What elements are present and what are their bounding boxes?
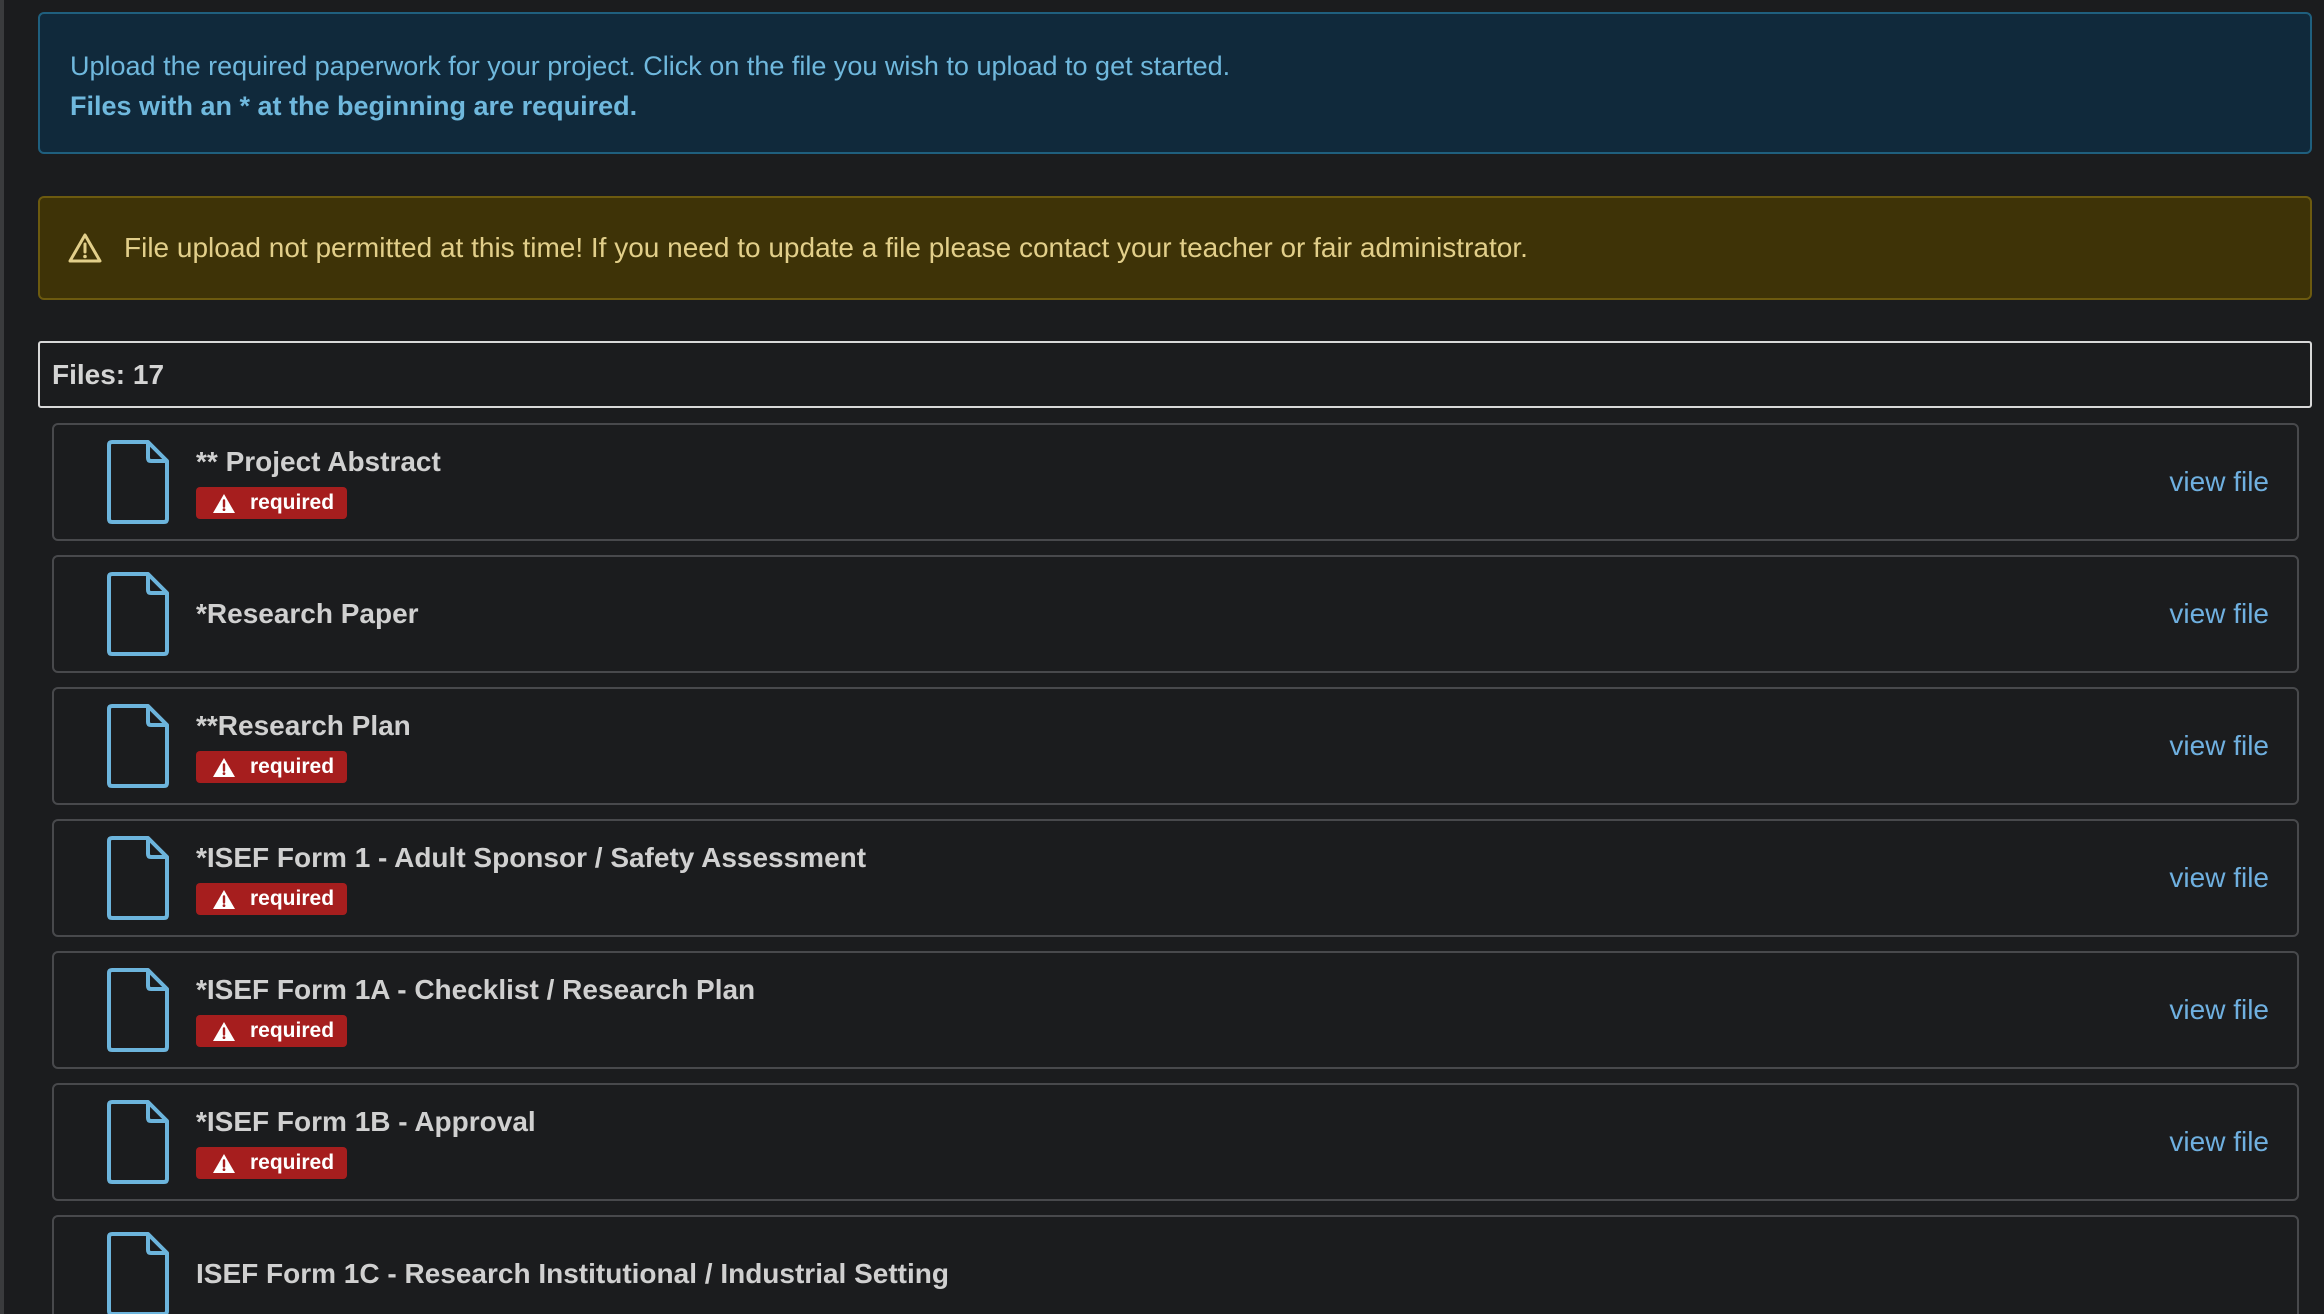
required-badge: required (196, 883, 348, 915)
required-badge-label: required (250, 755, 335, 778)
file-text: **Research Plan required (196, 689, 411, 803)
file-text: ** Project Abstract required (196, 425, 441, 539)
file-upload-page: Upload the required paperwork for your p… (0, 0, 2324, 1314)
required-badge-label: required (250, 1151, 335, 1174)
required-badge: required (196, 1147, 348, 1179)
file-icon (107, 836, 169, 920)
required-badge-label: required (250, 491, 335, 514)
warning-triangle-icon (213, 1021, 235, 1041)
warning-triangle-icon (213, 757, 235, 777)
files-count-header: Files: 17 (38, 341, 2312, 408)
view-file-link[interactable]: view file (2169, 689, 2269, 803)
warning-triangle-icon (213, 1153, 235, 1173)
file-text: *ISEF Form 1A - Checklist / Research Pla… (196, 953, 755, 1067)
upload-warning-text: File upload not permitted at this time! … (124, 232, 1528, 263)
required-badge: required (196, 487, 348, 519)
file-icon (107, 440, 169, 524)
file-name: ISEF Form 1C - Research Institutional / … (196, 1258, 949, 1289)
file-list-item[interactable]: *ISEF Form 1A - Checklist / Research Pla… (52, 951, 2299, 1069)
file-list: ** Project Abstract required view file *… (52, 423, 2299, 1314)
file-list-item[interactable]: ISEF Form 1C - Research Institutional / … (52, 1215, 2299, 1314)
file-icon (107, 572, 169, 656)
required-badge-label: required (250, 887, 335, 910)
required-badge: required (196, 751, 348, 783)
info-instructions: Upload the required paperwork for your p… (70, 51, 1231, 81)
file-name: *Research Paper (196, 598, 419, 629)
file-text: *ISEF Form 1B - Approval required (196, 1085, 536, 1199)
file-name: **Research Plan (196, 710, 411, 741)
file-icon (107, 1100, 169, 1184)
file-icon (107, 704, 169, 788)
upload-warning-alert: File upload not permitted at this time! … (38, 196, 2312, 300)
warning-triangle-icon (213, 889, 235, 909)
files-count-label: Files: 17 (52, 358, 165, 390)
required-badge-label: required (250, 1019, 335, 1042)
view-file-link[interactable]: view file (2169, 953, 2269, 1067)
file-list-item[interactable]: *ISEF Form 1 - Adult Sponsor / Safety As… (52, 819, 2299, 937)
file-list-item[interactable]: **Research Plan required view file (52, 687, 2299, 805)
warning-triangle-icon (68, 233, 102, 263)
info-required-note: Files with an * at the beginning are req… (70, 91, 638, 121)
file-text: *ISEF Form 1 - Adult Sponsor / Safety As… (196, 821, 866, 935)
view-file-link[interactable]: view file (2169, 425, 2269, 539)
file-icon (107, 968, 169, 1052)
file-text: ISEF Form 1C - Research Institutional / … (196, 1217, 949, 1314)
file-text: *Research Paper (196, 557, 419, 671)
file-name: *ISEF Form 1 - Adult Sponsor / Safety As… (196, 842, 867, 873)
file-list-item[interactable]: ** Project Abstract required view file (52, 423, 2299, 541)
file-list-item[interactable]: *Research Paper view file (52, 555, 2299, 673)
file-name: *ISEF Form 1B - Approval (196, 1106, 536, 1137)
required-badge: required (196, 1015, 348, 1047)
view-file-link[interactable]: view file (2169, 1085, 2269, 1199)
file-name: ** Project Abstract (196, 446, 441, 477)
view-file-link[interactable]: view file (2169, 821, 2269, 935)
file-list-item[interactable]: *ISEF Form 1B - Approval required view f… (52, 1083, 2299, 1201)
info-alert: Upload the required paperwork for your p… (38, 12, 2312, 154)
warning-triangle-icon (213, 493, 235, 513)
view-file-link[interactable]: view file (2169, 557, 2269, 671)
file-name: *ISEF Form 1A - Checklist / Research Pla… (196, 974, 756, 1005)
file-icon (107, 1232, 169, 1314)
